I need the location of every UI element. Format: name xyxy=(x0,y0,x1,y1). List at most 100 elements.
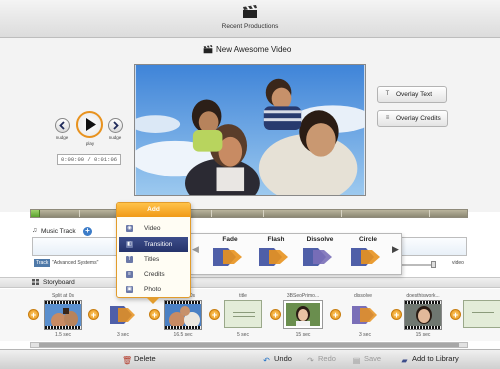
timeline-marker xyxy=(263,210,264,217)
menu-item-label: Credits xyxy=(144,271,165,278)
clip-duration: 15 sec xyxy=(295,332,311,338)
clip-thumbnail xyxy=(165,304,201,328)
storyboard-icon xyxy=(32,279,39,285)
clip-title: title xyxy=(239,293,247,299)
film-strip xyxy=(405,326,441,329)
trash-icon: 🗑 xyxy=(122,356,133,365)
credits-icon: ≡ xyxy=(385,115,390,121)
insert-clip-button[interactable]: + xyxy=(270,309,281,320)
storyboard-clip[interactable] xyxy=(283,300,323,329)
title-clip[interactable] xyxy=(463,300,500,328)
clip-duration: 5 sec xyxy=(237,332,249,338)
clip-duration: 1.5 sec xyxy=(54,332,72,338)
project-title[interactable]: New Awesome Video xyxy=(216,45,291,54)
fade-transition-icon xyxy=(213,248,242,266)
nudge-forward-label: nudge xyxy=(108,135,122,140)
storyboard-clip[interactable] xyxy=(44,300,82,330)
nudge-forward-button[interactable] xyxy=(108,118,123,133)
storyboard-scrollbar[interactable] xyxy=(30,342,468,348)
flash-transition-icon xyxy=(259,248,288,266)
insert-clip-button[interactable]: + xyxy=(330,309,341,320)
nudge-back-button[interactable] xyxy=(55,118,70,133)
clip-thumbnail xyxy=(286,303,320,326)
menu-pointer xyxy=(146,297,160,304)
transition-option-circle[interactable]: Circle xyxy=(346,236,390,270)
transition-clip[interactable] xyxy=(350,304,380,326)
add-music-button[interactable]: + xyxy=(83,227,92,236)
timeline-marker xyxy=(211,210,212,217)
storyboard-clip[interactable] xyxy=(404,300,442,330)
transition-option-flash[interactable]: Flash xyxy=(254,236,298,270)
overlay-text-button[interactable]: T Overlay Text xyxy=(377,86,447,103)
menu-item-label: Photo xyxy=(144,286,161,293)
redo-button[interactable]: ↷ Redo xyxy=(306,353,336,365)
transition-option-fade[interactable]: Fade xyxy=(208,236,252,270)
add-to-library-button[interactable]: ▰ Add to Library xyxy=(400,353,459,365)
insert-clip-button[interactable]: + xyxy=(28,309,39,320)
menu-item-video[interactable]: ◉ Video xyxy=(119,221,188,236)
storyboard-header xyxy=(0,277,500,288)
clip-title: Split at 0s xyxy=(52,293,74,299)
volume-label: video xyxy=(452,260,464,266)
menu-item-label: Video xyxy=(144,225,161,232)
transition-clip[interactable] xyxy=(108,304,138,326)
storyboard-clip[interactable] xyxy=(164,300,202,330)
app-title[interactable]: Recent Productions xyxy=(0,23,500,30)
timeline-marker xyxy=(79,210,80,217)
clip-duration: 3 sec xyxy=(359,332,371,338)
insert-clip-button[interactable]: + xyxy=(149,309,160,320)
save-icon: ▤ xyxy=(352,356,361,365)
transition-option-label: Circle xyxy=(358,236,378,243)
clapperboard-icon xyxy=(243,5,257,18)
menu-item-transition[interactable]: ◧ Transition xyxy=(119,237,188,252)
video-icon: ◉ xyxy=(126,225,133,232)
nudge-back-label: nudge xyxy=(55,135,69,140)
volume-slider-handle[interactable] xyxy=(431,261,436,268)
timeline-scrubber[interactable] xyxy=(30,209,468,218)
titles-icon: T xyxy=(126,256,133,263)
overlay-credits-label: Overlay Credits xyxy=(396,115,441,122)
menu-item-credits[interactable]: ≡ Credits xyxy=(119,267,188,282)
delete-button[interactable]: 🗑 Delete xyxy=(122,353,156,365)
add-to-library-label: Add to Library xyxy=(412,354,459,363)
track-name[interactable]: "Advanced Systems" xyxy=(52,260,98,266)
flyout-scroll-right-icon[interactable]: ▶ xyxy=(392,244,399,255)
timeline-progress xyxy=(31,210,40,217)
transition-option-label: Fade xyxy=(222,236,238,243)
dissolve-transition-icon xyxy=(303,248,332,266)
clip-duration: 15 sec xyxy=(415,332,431,338)
insert-clip-button[interactable]: + xyxy=(88,309,99,320)
track-badge: Track xyxy=(34,259,51,267)
insert-clip-button[interactable]: + xyxy=(391,309,402,320)
clip-title: doesthiswork... xyxy=(406,293,440,299)
redo-label: Redo xyxy=(318,354,336,363)
overlay-credits-button[interactable]: ≡ Overlay Credits xyxy=(377,110,448,127)
insert-clip-button[interactable]: + xyxy=(450,309,461,320)
clip-thumbnail xyxy=(45,304,81,328)
title-clip[interactable] xyxy=(224,300,262,328)
text-icon: T xyxy=(385,91,390,97)
scrollbar-thumb[interactable] xyxy=(39,343,459,347)
flyout-scroll-left-icon[interactable]: ◀ xyxy=(192,244,199,255)
video-preview[interactable] xyxy=(134,64,366,196)
undo-button[interactable]: ↶ Undo xyxy=(262,353,292,365)
menu-item-label: Transition xyxy=(144,241,173,248)
clip-thumbnail xyxy=(405,304,441,328)
play-button[interactable] xyxy=(76,111,103,138)
redo-icon: ↷ xyxy=(307,356,314,365)
menu-item-photo[interactable]: ▣ Photo xyxy=(119,282,188,297)
clip-duration: 16.5 sec xyxy=(173,332,193,338)
insert-clip-button[interactable]: + xyxy=(209,309,220,320)
transition-option-dissolve[interactable]: Dissolve xyxy=(298,236,342,270)
clip-duration: 3 sec xyxy=(117,332,129,338)
save-button[interactable]: ▤ Save xyxy=(352,353,381,365)
film-strip xyxy=(45,326,81,329)
timeline-marker xyxy=(341,210,342,217)
music-track-label: Music Track xyxy=(41,228,76,235)
menu-item-titles[interactable]: T Titles xyxy=(119,252,188,267)
undo-icon: ↶ xyxy=(263,356,270,365)
title-line xyxy=(233,316,255,317)
clip-title: dissolve xyxy=(353,293,373,299)
time-display: 0:00:00 / 0:01:06 xyxy=(57,154,121,165)
timeline-marker xyxy=(429,210,430,217)
